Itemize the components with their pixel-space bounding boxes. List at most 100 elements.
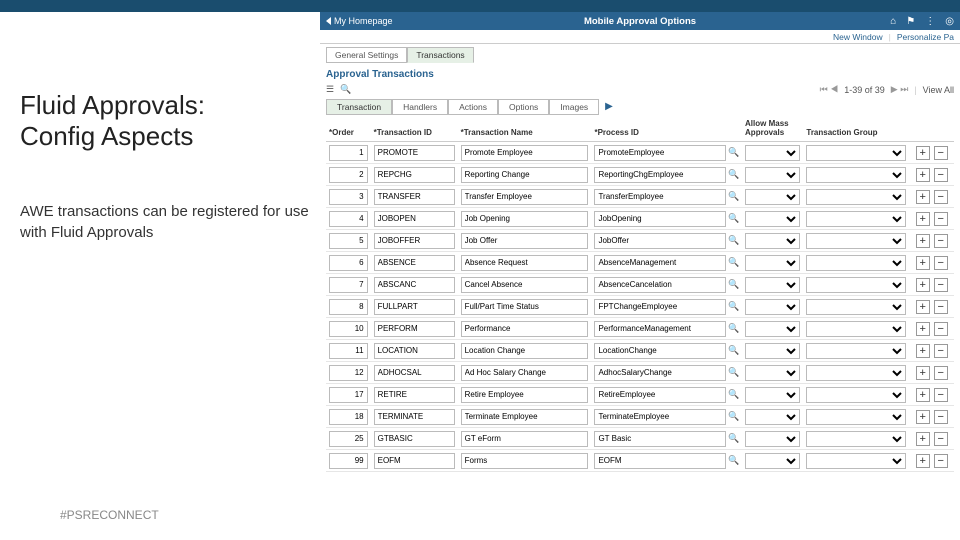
lookup-icon[interactable]: 🔍 <box>729 456 739 466</box>
transaction-group-select[interactable] <box>806 167 906 183</box>
transaction-group-select[interactable] <box>806 365 906 381</box>
order-input[interactable] <box>329 277 368 293</box>
order-input[interactable] <box>329 145 368 161</box>
delete-row-button[interactable]: − <box>934 344 948 358</box>
delete-row-button[interactable]: − <box>934 454 948 468</box>
transaction-id-input[interactable] <box>374 145 455 161</box>
process-id-input[interactable] <box>594 453 726 469</box>
transaction-name-input[interactable] <box>461 431 589 447</box>
transaction-name-input[interactable] <box>461 189 589 205</box>
transaction-id-input[interactable] <box>374 189 455 205</box>
add-row-button[interactable]: + <box>916 212 930 226</box>
allow-mass-select[interactable] <box>745 211 800 227</box>
process-id-input[interactable] <box>594 211 726 227</box>
grid-search-icon[interactable]: 🔍 <box>340 84 351 95</box>
transaction-group-select[interactable] <box>806 431 906 447</box>
order-input[interactable] <box>329 343 368 359</box>
delete-row-button[interactable]: − <box>934 146 948 160</box>
lookup-icon[interactable]: 🔍 <box>729 412 739 422</box>
pager-prev-icon[interactable]: ◀ <box>830 84 838 94</box>
add-row-button[interactable]: + <box>916 190 930 204</box>
process-id-input[interactable] <box>594 343 726 359</box>
home-icon[interactable]: ⌂ <box>890 16 896 27</box>
add-row-button[interactable]: + <box>916 234 930 248</box>
allow-mass-select[interactable] <box>745 189 800 205</box>
add-row-button[interactable]: + <box>916 388 930 402</box>
allow-mass-select[interactable] <box>745 431 800 447</box>
add-row-button[interactable]: + <box>916 168 930 182</box>
allow-mass-select[interactable] <box>745 321 800 337</box>
add-row-button[interactable]: + <box>916 300 930 314</box>
allow-mass-select[interactable] <box>745 255 800 271</box>
order-input[interactable] <box>329 431 368 447</box>
transaction-id-input[interactable] <box>374 431 455 447</box>
process-id-input[interactable] <box>594 365 726 381</box>
delete-row-button[interactable]: − <box>934 278 948 292</box>
delete-row-button[interactable]: − <box>934 234 948 248</box>
transaction-group-select[interactable] <box>806 145 906 161</box>
transaction-id-input[interactable] <box>374 233 455 249</box>
transaction-name-input[interactable] <box>461 409 589 425</box>
subtab-more-icon[interactable]: ▶ <box>599 99 619 115</box>
process-id-input[interactable] <box>594 387 726 403</box>
delete-row-button[interactable]: − <box>934 300 948 314</box>
delete-row-button[interactable]: − <box>934 432 948 446</box>
add-row-button[interactable]: + <box>916 256 930 270</box>
process-id-input[interactable] <box>594 189 726 205</box>
transaction-group-select[interactable] <box>806 321 906 337</box>
new-window-link[interactable]: New Window <box>833 32 883 42</box>
transaction-group-select[interactable] <box>806 233 906 249</box>
transaction-name-input[interactable] <box>461 277 589 293</box>
transaction-name-input[interactable] <box>461 211 589 227</box>
transaction-group-select[interactable] <box>806 255 906 271</box>
lookup-icon[interactable]: 🔍 <box>729 324 739 334</box>
process-id-input[interactable] <box>594 145 726 161</box>
process-id-input[interactable] <box>594 277 726 293</box>
order-input[interactable] <box>329 409 368 425</box>
delete-row-button[interactable]: − <box>934 366 948 380</box>
transaction-name-input[interactable] <box>461 343 589 359</box>
order-input[interactable] <box>329 321 368 337</box>
allow-mass-select[interactable] <box>745 277 800 293</box>
transaction-name-input[interactable] <box>461 365 589 381</box>
transaction-name-input[interactable] <box>461 453 589 469</box>
transaction-name-input[interactable] <box>461 145 589 161</box>
allow-mass-select[interactable] <box>745 299 800 315</box>
transaction-id-input[interactable] <box>374 387 455 403</box>
add-row-button[interactable]: + <box>916 146 930 160</box>
delete-row-button[interactable]: − <box>934 212 948 226</box>
process-id-input[interactable] <box>594 167 726 183</box>
transaction-name-input[interactable] <box>461 255 589 271</box>
menu-icon[interactable]: ⋮ <box>925 16 935 27</box>
allow-mass-select[interactable] <box>745 167 800 183</box>
view-all-link[interactable]: View All <box>923 85 954 95</box>
nav-icon[interactable]: ◎ <box>945 16 954 27</box>
lookup-icon[interactable]: 🔍 <box>729 390 739 400</box>
lookup-icon[interactable]: 🔍 <box>729 258 739 268</box>
order-input[interactable] <box>329 167 368 183</box>
transaction-group-select[interactable] <box>806 453 906 469</box>
process-id-input[interactable] <box>594 321 726 337</box>
transaction-id-input[interactable] <box>374 167 455 183</box>
subtab-options[interactable]: Options <box>498 99 549 115</box>
order-input[interactable] <box>329 211 368 227</box>
delete-row-button[interactable]: − <box>934 256 948 270</box>
lookup-icon[interactable]: 🔍 <box>729 302 739 312</box>
process-id-input[interactable] <box>594 255 726 271</box>
lookup-icon[interactable]: 🔍 <box>729 214 739 224</box>
transaction-group-select[interactable] <box>806 277 906 293</box>
subtab-images[interactable]: Images <box>549 99 599 115</box>
transaction-id-input[interactable] <box>374 321 455 337</box>
allow-mass-select[interactable] <box>745 387 800 403</box>
homepage-button[interactable]: My Homepage <box>326 16 393 26</box>
order-input[interactable] <box>329 189 368 205</box>
process-id-input[interactable] <box>594 409 726 425</box>
process-id-input[interactable] <box>594 233 726 249</box>
delete-row-button[interactable]: − <box>934 388 948 402</box>
lookup-icon[interactable]: 🔍 <box>729 236 739 246</box>
add-row-button[interactable]: + <box>916 344 930 358</box>
subtab-handlers[interactable]: Handlers <box>392 99 448 115</box>
transaction-id-input[interactable] <box>374 365 455 381</box>
transaction-name-input[interactable] <box>461 387 589 403</box>
transaction-id-input[interactable] <box>374 453 455 469</box>
